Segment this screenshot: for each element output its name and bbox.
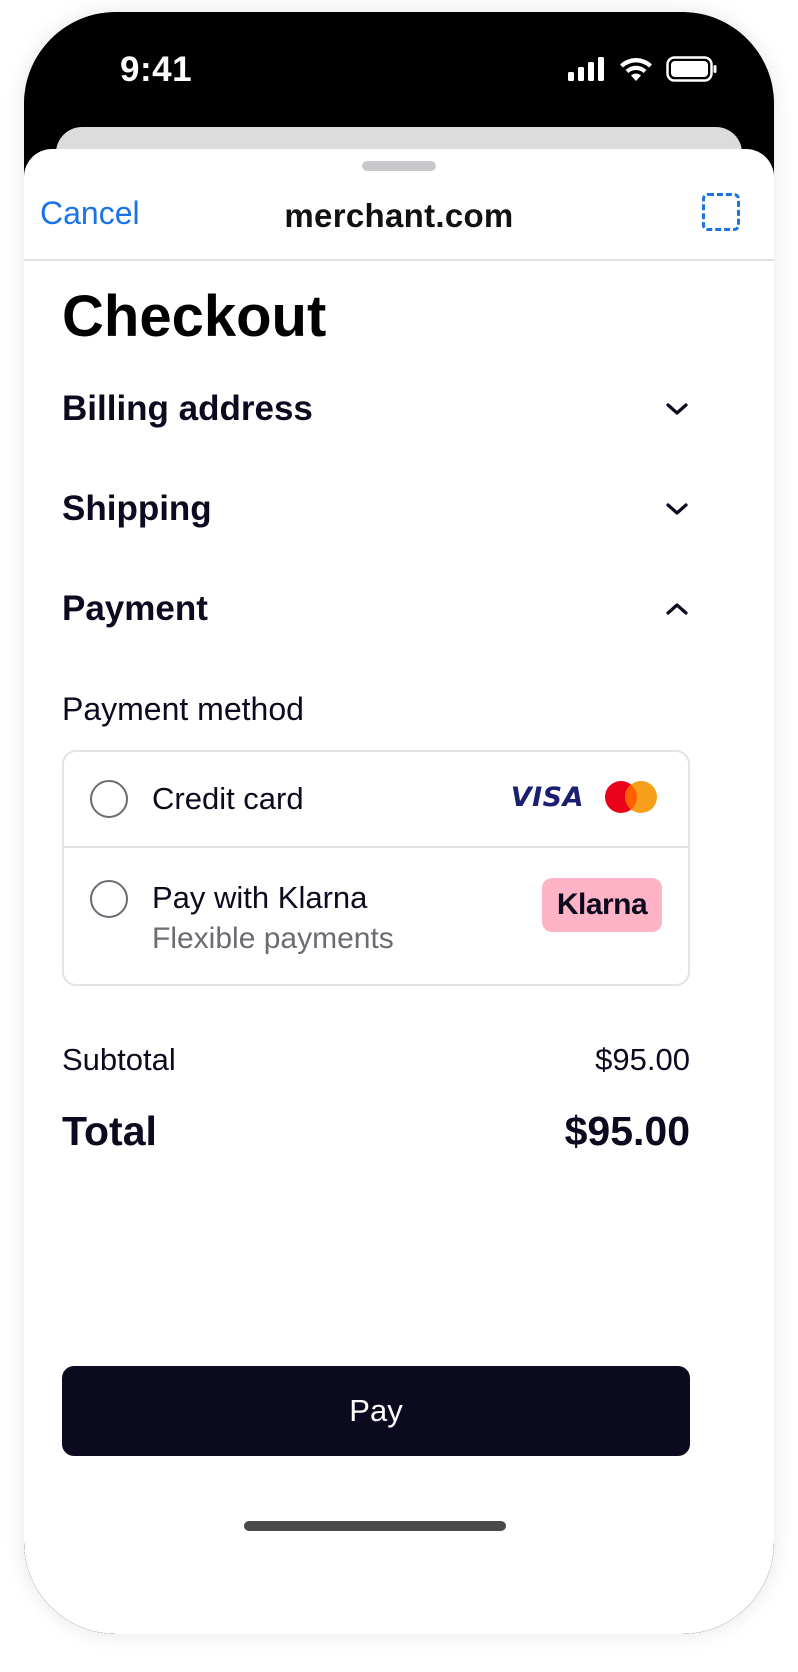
section-payment[interactable]: Payment <box>62 559 690 659</box>
section-title: Shipping <box>62 489 212 528</box>
sheet-nav-bar: Cancel merchant.com <box>24 179 774 261</box>
payment-option-klarna[interactable]: Pay with Klarna Flexible payments Klarna <box>64 848 688 984</box>
chevron-down-icon <box>664 496 690 522</box>
home-indicator[interactable] <box>244 1521 506 1531</box>
card-logos: VISA <box>511 780 658 814</box>
page-title: Checkout <box>62 284 327 349</box>
visa-logo-icon: VISA <box>510 781 584 813</box>
pay-button[interactable]: Pay <box>62 1366 690 1456</box>
payment-option-label: Pay with Klarna <box>152 880 368 915</box>
section-billing-address[interactable]: Billing address <box>62 359 690 459</box>
status-icons <box>568 56 718 82</box>
subtotal-row: Subtotal $95.00 <box>62 1042 690 1078</box>
section-title: Billing address <box>62 389 313 428</box>
radio-button[interactable] <box>90 780 128 818</box>
status-time: 9:41 <box>120 50 193 89</box>
section-shipping[interactable]: Shipping <box>62 459 690 559</box>
total-value: $95.00 <box>564 1108 690 1154</box>
mastercard-logo-icon <box>605 781 657 813</box>
subtotal-value: $95.00 <box>595 1042 690 1077</box>
cellular-signal-icon <box>568 57 604 81</box>
checkout-sheet: Cancel merchant.com Checkout Billing add… <box>24 149 774 1634</box>
section-title: Payment <box>62 589 208 628</box>
checkout-content: Checkout Billing address Shipping Paymen… <box>62 277 690 1155</box>
payment-option-label: Credit card <box>152 781 304 816</box>
payment-option-credit-card[interactable]: Credit card VISA <box>64 752 688 848</box>
chevron-up-icon <box>664 596 690 622</box>
status-bar: 9:41 <box>24 12 774 142</box>
battery-icon <box>666 56 717 82</box>
radio-button[interactable] <box>90 880 128 918</box>
payment-option-text: Pay with Klarna Flexible payments <box>152 880 394 956</box>
sheet-grabber[interactable] <box>362 161 436 171</box>
payment-methods-list: Credit card VISA Pay with Klarna Flexibl… <box>62 750 690 986</box>
chevron-down-icon <box>664 396 690 422</box>
expand-icon[interactable] <box>702 193 740 231</box>
klarna-logo-icon: Klarna <box>542 878 662 932</box>
subtotal-label: Subtotal <box>62 1042 176 1077</box>
total-label: Total <box>62 1108 157 1154</box>
payment-method-label: Payment method <box>62 691 304 727</box>
merchant-domain: merchant.com <box>284 197 514 234</box>
total-row: Total $95.00 <box>62 1108 690 1155</box>
phone-frame: 9:41 Cancel merchant.com Checkout Billin… <box>24 12 774 1634</box>
wifi-icon <box>620 58 652 81</box>
payment-option-sublabel: Flexible payments <box>152 922 394 955</box>
